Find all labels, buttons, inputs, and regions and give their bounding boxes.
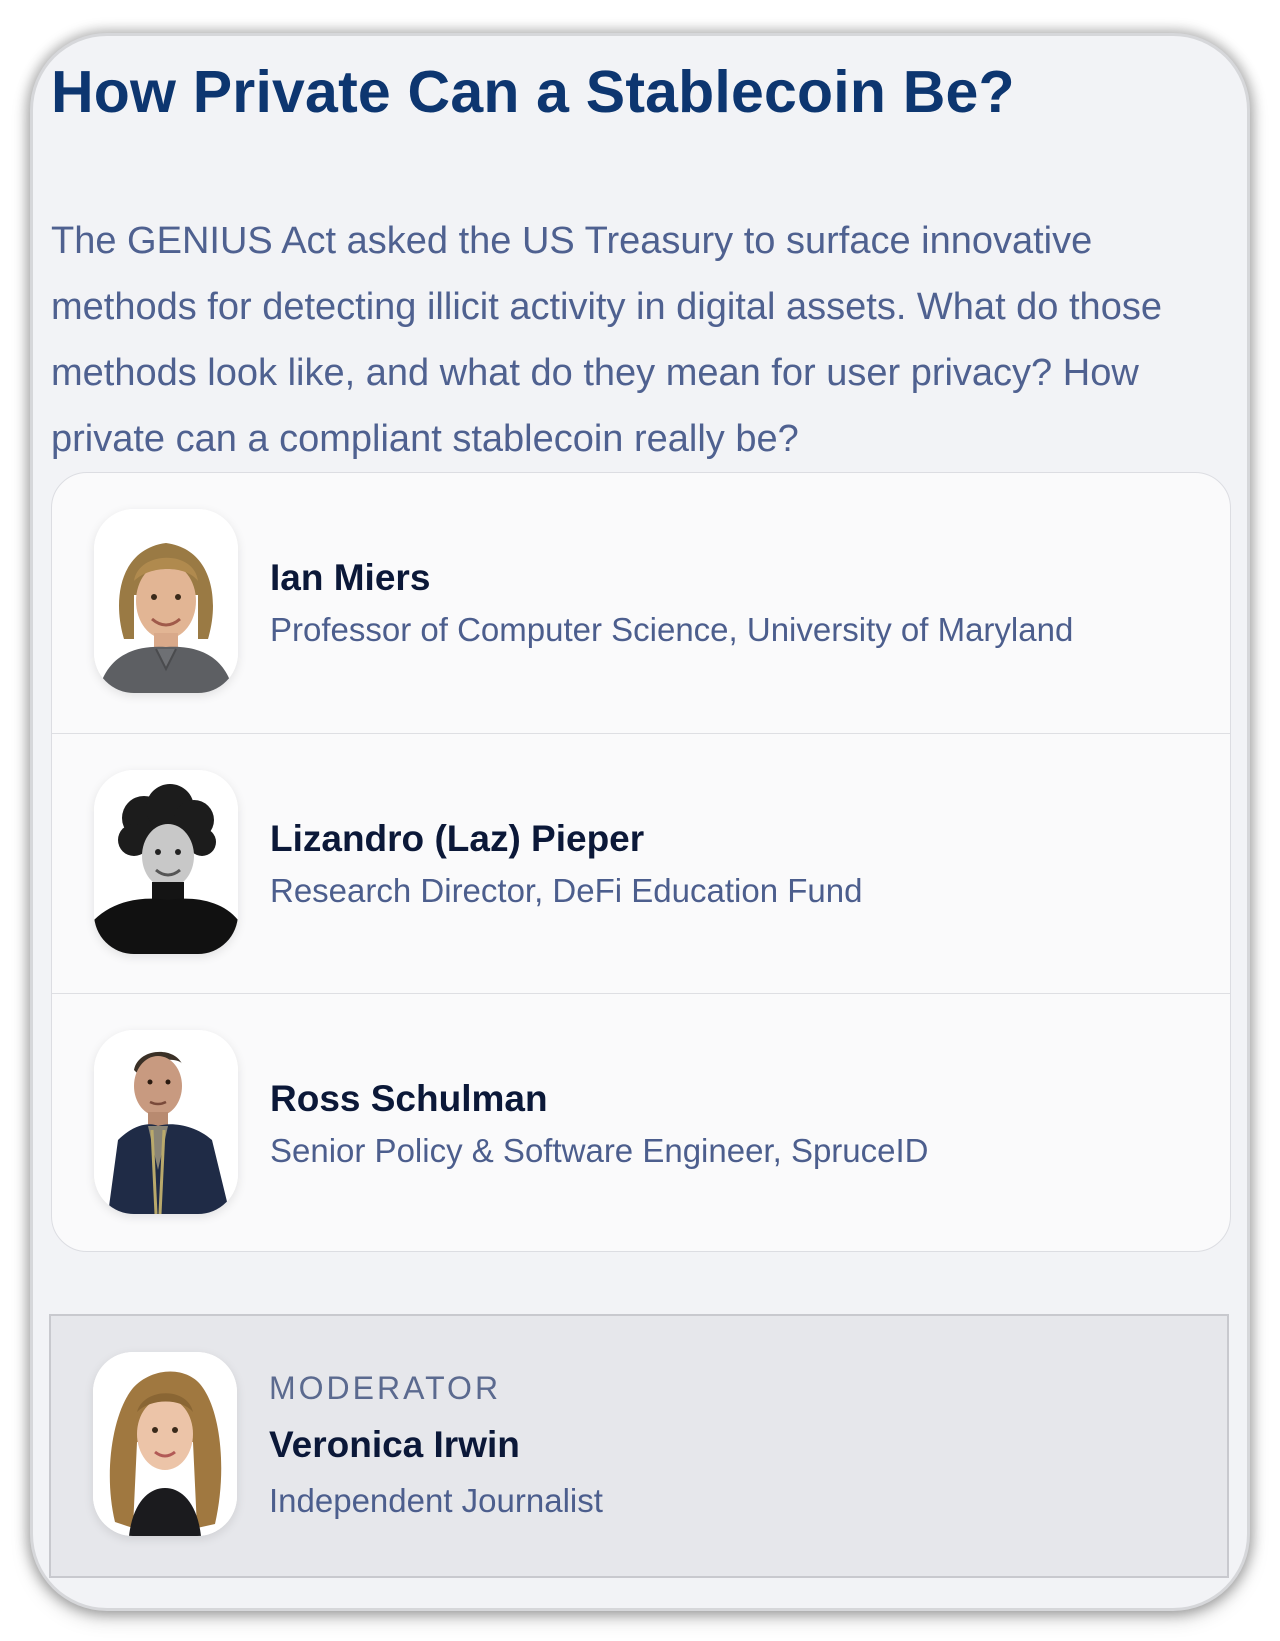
panelist-row: Ian Miers Professor of Computer Science,… <box>52 473 1230 733</box>
panelist-photo <box>94 509 238 693</box>
moderator-role: Independent Journalist <box>269 1482 603 1519</box>
panelist-name: Ian Miers <box>270 557 431 598</box>
panelist-list: Ian Miers Professor of Computer Science,… <box>51 472 1231 1252</box>
moderator-card: MODERATOR Veronica Irwin Independent Jou… <box>49 1314 1229 1578</box>
session-description: The GENIUS Act asked the US Treasury to … <box>51 220 1162 460</box>
panelist-row: Lizandro (Laz) Pieper Research Director,… <box>52 733 1230 994</box>
panelist-role: Professor of Computer Science, Universit… <box>270 611 1074 648</box>
panelist-photo <box>94 770 238 954</box>
session-card: How Private Can a Stablecoin Be? The GEN… <box>33 36 1247 1608</box>
moderator-photo <box>93 1352 237 1536</box>
panelist-name: Ross Schulman <box>270 1078 548 1119</box>
panelist-name: Lizandro (Laz) Pieper <box>270 818 645 859</box>
panelist-photo <box>94 1030 238 1214</box>
moderator-name: Veronica Irwin <box>269 1424 520 1465</box>
session-title: How Private Can a Stablecoin Be? <box>51 59 1015 125</box>
panelist-role: Research Director, DeFi Education Fund <box>270 872 863 909</box>
panelist-row: Ross Schulman Senior Policy & Software E… <box>52 993 1230 1251</box>
moderator-label: MODERATOR <box>269 1370 502 1406</box>
panelist-role: Senior Policy & Software Engineer, Spruc… <box>270 1132 929 1169</box>
